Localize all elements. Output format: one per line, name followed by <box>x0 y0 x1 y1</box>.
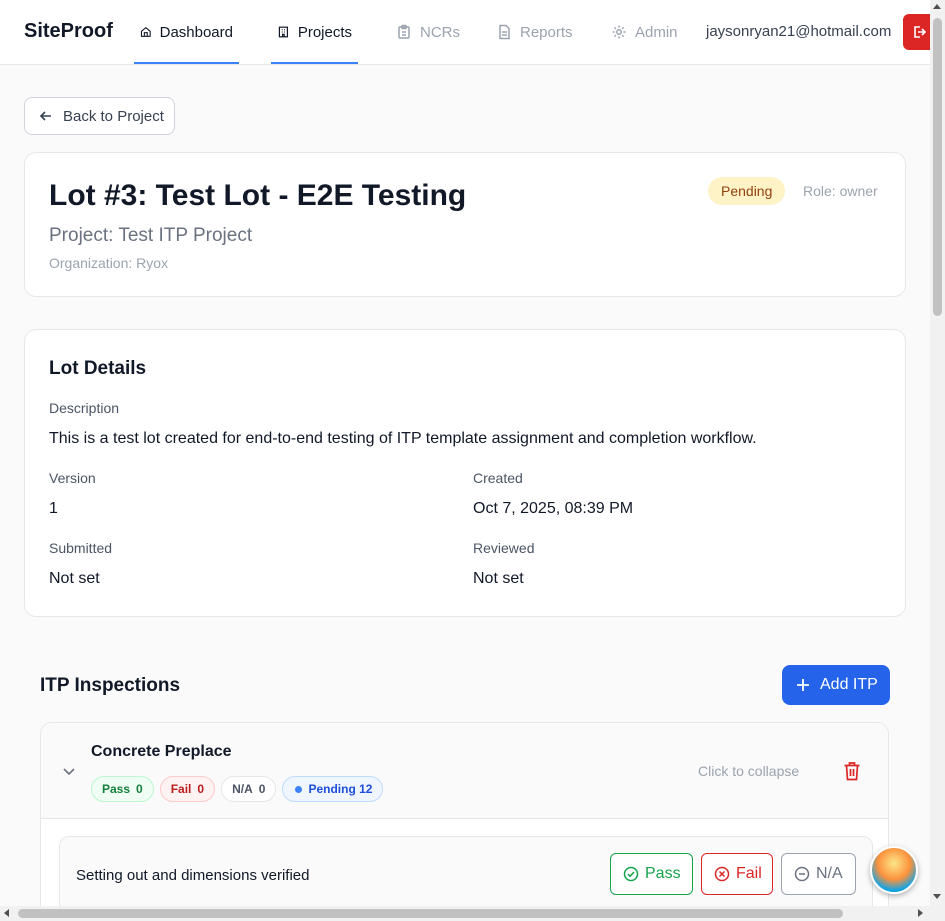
lot-details-title: Lot Details <box>49 358 147 379</box>
top-navigation: SiteProof Dashboard Projects NCRs Report… <box>0 0 943 65</box>
scroll-left-icon[interactable] <box>4 909 9 917</box>
nav-reports-label: Reports <box>520 23 573 41</box>
description-value: This is a test lot created for end-to-en… <box>49 430 757 447</box>
fail-badge-count: 0 <box>197 782 205 796</box>
user-email: jaysonryan21@hotmail.com <box>706 23 892 40</box>
collapse-hint: Click to collapse <box>698 763 800 779</box>
nav-dashboard-label: Dashboard <box>159 23 233 41</box>
itp-section-title: ITP Inspections <box>40 675 181 696</box>
submitted-value: Not set <box>49 570 100 587</box>
itp-checklist-item: Setting out and dimensions verified Pass… <box>59 836 873 916</box>
clipboard-icon <box>398 24 410 39</box>
arrow-left-icon <box>39 111 51 121</box>
lot-details-card: Lot Details Description This is a test l… <box>24 329 906 617</box>
page-title: Lot #3: Test Lot - E2E Testing <box>49 179 467 212</box>
plus-icon <box>797 679 809 691</box>
vertical-scroll-thumb[interactable] <box>933 18 942 316</box>
add-itp-label: Add ITP <box>820 676 878 693</box>
nav-ncrs[interactable]: NCRs <box>390 0 466 64</box>
itp-template-name: Concrete Preplace <box>91 743 232 760</box>
horizontal-scrollbar[interactable] <box>0 906 945 921</box>
building-icon <box>278 26 289 38</box>
chevron-down-icon[interactable] <box>61 763 77 779</box>
created-value: Oct 7, 2025, 08:39 PM <box>473 500 634 517</box>
version-label: Version <box>49 470 96 486</box>
version-value: 1 <box>49 500 58 517</box>
itp-status-badges: Pass 0 Fail 0 N/A 0 Pending 12 <box>91 776 384 802</box>
reviewed-label: Reviewed <box>473 540 535 556</box>
x-circle-icon <box>714 866 730 882</box>
gear-icon <box>612 25 626 39</box>
back-button-label: Back to Project <box>63 107 164 125</box>
home-icon <box>140 26 151 37</box>
description-label: Description <box>49 400 120 416</box>
scroll-down-icon[interactable] <box>933 894 941 899</box>
mark-fail-button[interactable]: Fail <box>701 853 773 895</box>
lot-header-card: Lot #3: Test Lot - E2E Testing Project: … <box>24 152 906 297</box>
itp-item-text: Setting out and dimensions verified <box>76 867 310 884</box>
pass-count-badge: Pass 0 <box>91 776 154 802</box>
horizontal-scroll-thumb[interactable] <box>18 909 843 918</box>
pending-count-badge: Pending 12 <box>282 776 384 802</box>
na-button-label: N/A <box>816 865 843 882</box>
submitted-label: Submitted <box>49 540 113 556</box>
trash-icon[interactable] <box>843 761 861 781</box>
nav-reports[interactable]: Reports <box>490 0 579 64</box>
nav-admin[interactable]: Admin <box>605 0 684 64</box>
na-badge-count: 0 <box>258 782 266 796</box>
logout-icon <box>914 26 927 38</box>
lot-organization: Organization: Ryox <box>49 255 169 271</box>
status-badge: Pending <box>708 177 786 205</box>
pass-badge-label: Pass <box>102 782 131 796</box>
mark-pass-button[interactable]: Pass <box>610 853 693 895</box>
file-text-icon <box>499 24 510 40</box>
itp-template-card: Concrete Preplace Pass 0 Fail 0 N/A 0 Pe… <box>40 722 889 921</box>
nav-projects-label: Projects <box>297 23 352 41</box>
na-count-badge: N/A 0 <box>221 776 277 802</box>
role-label: Role: owner <box>803 183 878 199</box>
fail-badge-label: Fail <box>170 782 192 796</box>
brand-logo[interactable]: SiteProof <box>24 20 113 43</box>
back-to-project-button[interactable]: Back to Project <box>24 97 175 135</box>
nav-dashboard[interactable]: Dashboard <box>134 0 239 64</box>
nav-admin-label: Admin <box>635 23 678 41</box>
pending-badge-label: Pending 12 <box>308 782 373 796</box>
reviewed-value: Not set <box>473 570 524 587</box>
created-label: Created <box>473 470 523 486</box>
check-circle-icon <box>623 866 639 882</box>
nav-ncrs-label: NCRs <box>420 23 460 41</box>
pass-badge-count: 0 <box>136 782 143 796</box>
minus-circle-icon <box>794 866 810 882</box>
itp-template-header[interactable]: Concrete Preplace Pass 0 Fail 0 N/A 0 Pe… <box>41 723 888 819</box>
nav-projects[interactable]: Projects <box>271 0 358 64</box>
mark-na-button[interactable]: N/A <box>781 853 856 895</box>
fail-count-badge: Fail 0 <box>159 776 216 802</box>
lot-project: Project: Test ITP Project <box>49 225 253 246</box>
fail-button-label: Fail <box>736 865 762 882</box>
vertical-scrollbar[interactable] <box>930 0 945 906</box>
pending-dot-icon <box>295 785 303 793</box>
pass-button-label: Pass <box>645 865 681 882</box>
na-badge-label: N/A <box>232 782 253 796</box>
scroll-right-icon[interactable] <box>918 909 923 917</box>
add-itp-button[interactable]: Add ITP <box>782 665 890 705</box>
assistant-avatar-button[interactable] <box>870 846 918 894</box>
scroll-up-icon[interactable] <box>933 4 941 9</box>
